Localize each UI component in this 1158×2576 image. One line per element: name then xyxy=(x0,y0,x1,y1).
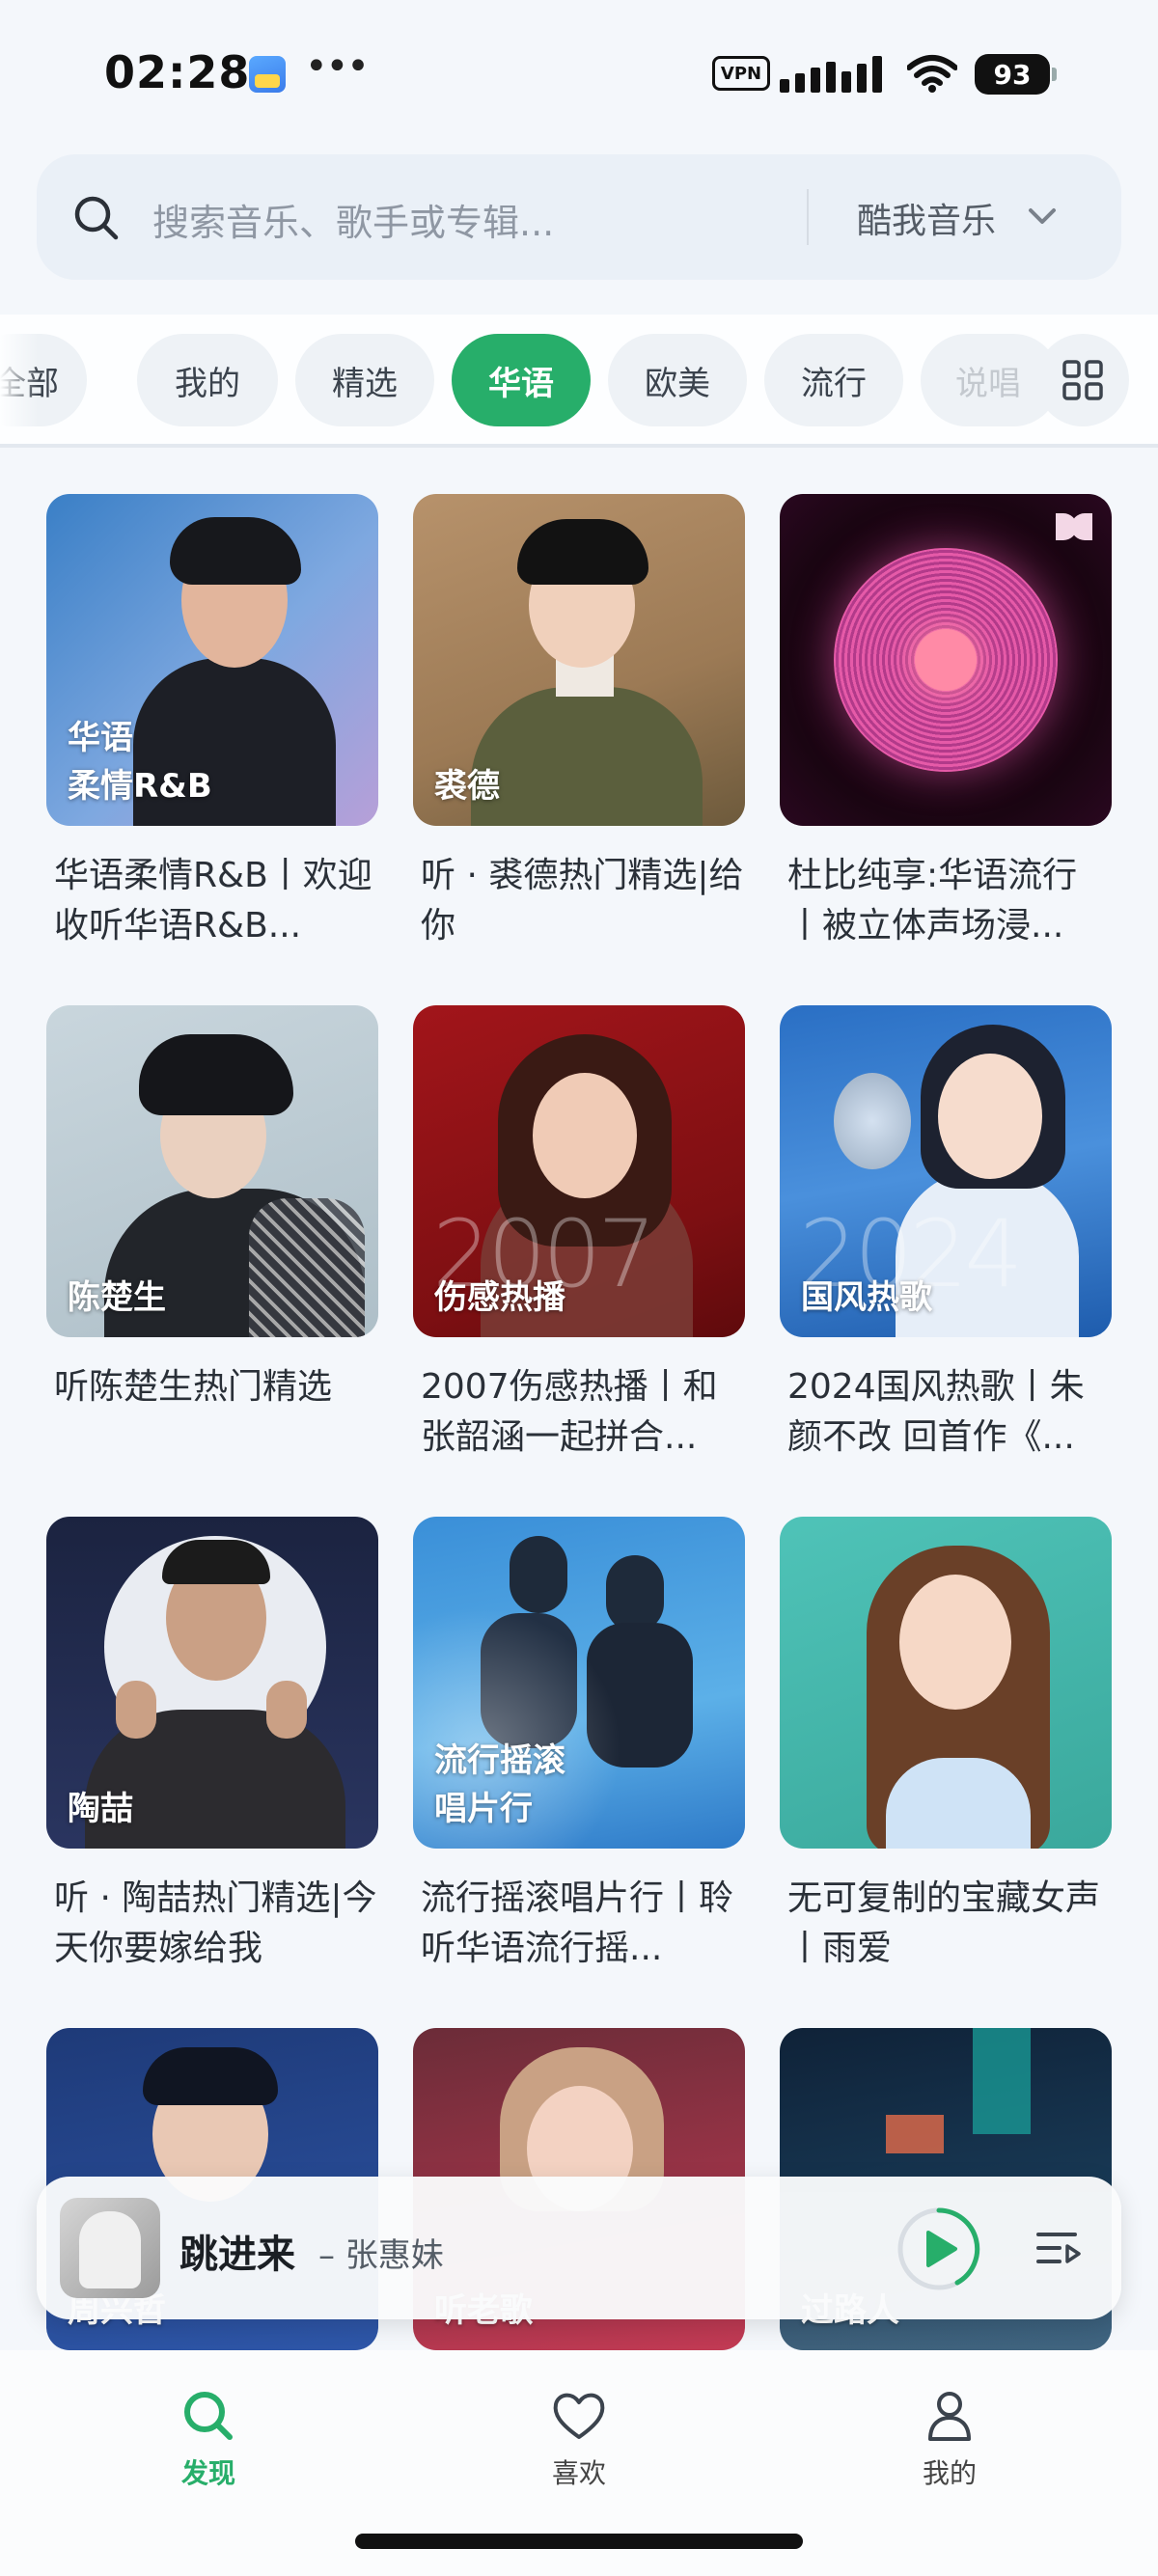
playlist-title[interactable]: 2024国风热歌丨朱颜不改 回首作《... xyxy=(787,1362,1112,1463)
playlist-card[interactable]: 陈楚生 听陈楚生热门精选 xyxy=(46,1005,378,1463)
cover-label: 裘德 xyxy=(434,767,500,806)
search-input[interactable]: 搜索音乐、歌手或专辑... xyxy=(152,193,554,246)
nav-discover[interactable]: 发现 xyxy=(131,2387,286,2491)
mini-player[interactable]: 跳进来 – 张惠妹 xyxy=(37,2177,1121,2319)
playlist-title[interactable]: 华语柔情R&B丨欢迎收听华语R&B... xyxy=(54,851,378,951)
fade-left xyxy=(0,334,39,426)
tab-featured[interactable]: 精选 xyxy=(295,334,434,426)
play-icon[interactable] xyxy=(894,2204,984,2294)
playlist-cover[interactable]: 陈楚生 xyxy=(46,1005,378,1337)
cover-label: 陈楚生 xyxy=(68,1278,166,1317)
nav-label: 发现 xyxy=(180,2457,235,2489)
playlist-cover[interactable]: 裘德 xyxy=(413,494,745,826)
music-source-selector[interactable]: 酷我音乐 xyxy=(857,193,996,243)
playlist-cover[interactable]: 2007 伤感热播 xyxy=(413,1005,745,1337)
home-indicator[interactable] xyxy=(355,2534,803,2549)
heart-icon xyxy=(553,2393,605,2439)
playlist-title[interactable]: 听 · 裘德热门精选|给你 xyxy=(421,851,745,951)
nav-label: 我的 xyxy=(922,2457,977,2489)
playlist-card[interactable]: 陶喆 听 · 陶喆热门精选|今天你要嫁给我 xyxy=(46,1517,378,1974)
playlist-card[interactable]: 2024 国风热歌 2024国风热歌丨朱颜不改 回首作《... xyxy=(780,1005,1112,1463)
playlist-cover[interactable]: 陶喆 xyxy=(46,1517,378,1849)
playlist-cover[interactable] xyxy=(780,1517,1112,1849)
battery-indicator: 93 xyxy=(975,54,1057,95)
tab-pop[interactable]: 流行 xyxy=(764,334,903,426)
divider xyxy=(807,189,809,245)
playlist-cover[interactable]: 2024 国风热歌 xyxy=(780,1005,1112,1337)
cover-label: 陶喆 xyxy=(68,1790,133,1828)
playlist-title[interactable]: 杜比纯享:华语流行丨被立体声场浸... xyxy=(787,851,1112,951)
discover-icon xyxy=(184,2392,233,2440)
playlist-title[interactable]: 2007伤感热播丨和张韶涵一起拼合... xyxy=(421,1362,745,1463)
playlist-cover[interactable]: 流行摇滚 唱片行 xyxy=(413,1517,745,1849)
tab-western[interactable]: 欧美 xyxy=(608,334,747,426)
category-tab-bar: 全部 我的 精选 华语 欧美 流行 说唱 xyxy=(0,315,1158,448)
all-categories-button[interactable] xyxy=(1036,334,1129,426)
more-notifications-icon: ••• xyxy=(305,44,370,89)
tab-mine[interactable]: 我的 xyxy=(137,334,278,426)
cover-label: 华语 柔情R&B xyxy=(68,719,212,806)
playlist-card[interactable]: 裘德 听 · 裘德热门精选|给你 xyxy=(413,494,745,951)
playlist-title[interactable]: 听 · 陶喆热门精选|今天你要嫁给我 xyxy=(54,1874,378,1974)
user-icon xyxy=(928,2392,971,2441)
clock: 02:28 xyxy=(104,46,251,98)
tab-chinese[interactable]: 华语 xyxy=(452,334,591,426)
artist-name: – 张惠妹 xyxy=(318,2236,444,2275)
playlist-card[interactable]: 流行摇滚 唱片行 流行摇滚唱片行丨聆听华语流行摇... xyxy=(413,1517,745,1974)
grid-icon xyxy=(1062,360,1103,400)
search-bar[interactable]: 搜索音乐、歌手或专辑... 酷我音乐 xyxy=(37,154,1121,280)
song-title: 跳进来 xyxy=(179,2233,295,2277)
playlist-card[interactable]: 杜比纯享:华语流行丨被立体声场浸... xyxy=(780,494,1112,951)
cover-label: 流行摇滚 唱片行 xyxy=(434,1741,565,1828)
status-bar: 02:28 ••• VPN 93 xyxy=(0,0,1158,145)
playlist-title[interactable]: 听陈楚生热门精选 xyxy=(54,1362,378,1463)
playlist-icon[interactable] xyxy=(1034,2225,1083,2273)
playlist-cover[interactable] xyxy=(780,494,1112,826)
album-art[interactable] xyxy=(60,2198,160,2298)
playlist-cover[interactable]: 华语 柔情R&B xyxy=(46,494,378,826)
playlist-card[interactable]: 华语 柔情R&B 华语柔情R&B丨欢迎收听华语R&B... xyxy=(46,494,378,951)
cover-label: 国风热歌 xyxy=(801,1278,932,1317)
cover-label: 伤感热播 xyxy=(434,1278,565,1317)
chevron-down-icon[interactable] xyxy=(1025,199,1060,233)
nav-mine[interactable]: 我的 xyxy=(872,2387,1027,2491)
vpn-badge: VPN xyxy=(712,56,770,91)
playlist-card[interactable]: 2007 伤感热播 2007伤感热播丨和张韶涵一起拼合... xyxy=(413,1005,745,1463)
wifi-icon xyxy=(907,55,957,93)
search-icon xyxy=(74,196,119,240)
nav-label: 喜欢 xyxy=(551,2457,606,2489)
gallery-notification-icon xyxy=(249,56,286,93)
signal-icon xyxy=(780,54,894,93)
playlist-title[interactable]: 流行摇滚唱片行丨聆听华语流行摇... xyxy=(421,1874,745,1974)
nav-favorites[interactable]: 喜欢 xyxy=(502,2387,656,2491)
dolby-icon xyxy=(1056,513,1092,540)
playlist-card[interactable]: 无可复制的宝藏女声丨雨爱 xyxy=(780,1517,1112,1974)
playlist-title[interactable]: 无可复制的宝藏女声丨雨爱 xyxy=(787,1874,1112,1974)
